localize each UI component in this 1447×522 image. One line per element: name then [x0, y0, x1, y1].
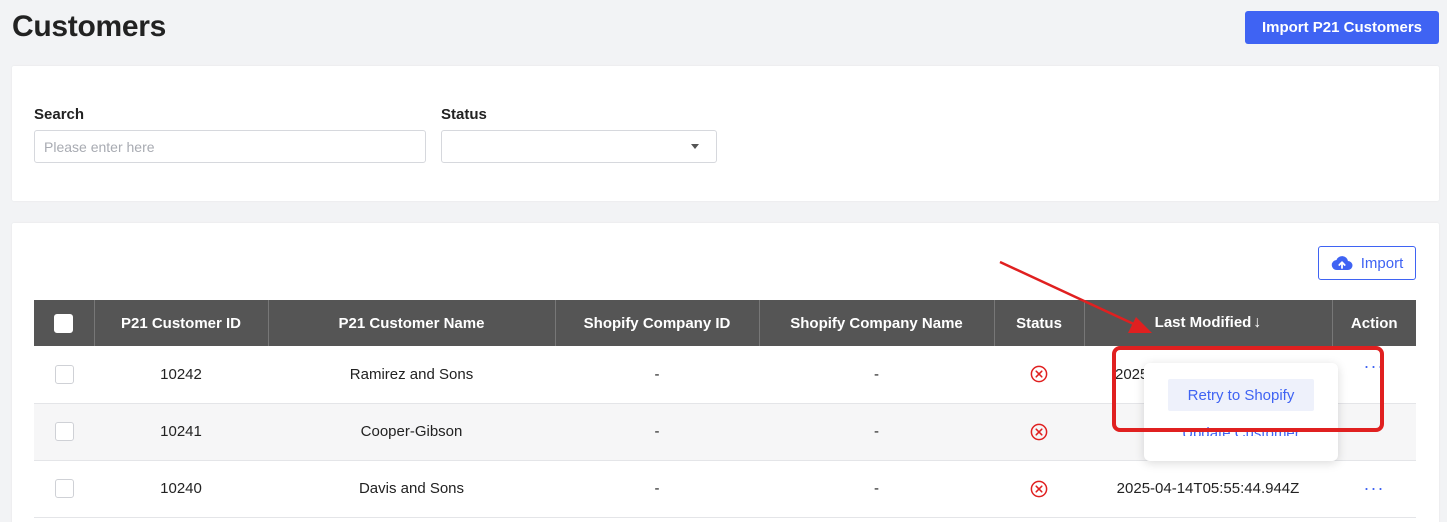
- row-checkbox[interactable]: [54, 422, 74, 441]
- column-header-p21-id[interactable]: P21 Customer ID: [94, 300, 269, 346]
- error-circle-icon: [1030, 480, 1048, 497]
- table-row: 10240 Davis and Sons - - 2025-04-14T05:5…: [34, 460, 1416, 518]
- search-label: Search: [34, 106, 85, 123]
- cell-p21-name: Cooper-Gibson: [268, 403, 555, 461]
- cell-shopify-id: -: [555, 460, 759, 518]
- column-header-shopify-name[interactable]: Shopify Company Name: [759, 300, 995, 346]
- row-checkbox[interactable]: [54, 364, 74, 384]
- row-select-cell: [34, 460, 94, 518]
- cell-p21-id: 10242: [94, 346, 268, 404]
- error-circle-icon: [1030, 365, 1048, 383]
- select-all-checkbox[interactable]: [54, 313, 74, 333]
- more-actions-icon[interactable]: ···: [1364, 356, 1385, 376]
- cell-status: [994, 460, 1084, 518]
- cell-shopify-id: -: [555, 403, 759, 461]
- column-header-shopify-id[interactable]: Shopify Company ID: [555, 300, 760, 346]
- menu-item-update-customer[interactable]: Update Customer: [1168, 416, 1314, 436]
- search-input[interactable]: [34, 130, 426, 163]
- column-header-status[interactable]: Status: [994, 300, 1085, 346]
- cell-p21-id: 10241: [94, 403, 268, 461]
- cell-action: ···: [1332, 460, 1416, 518]
- import-button[interactable]: Import: [1318, 246, 1416, 280]
- row-action-menu: Retry to Shopify Update Customer: [1144, 363, 1338, 461]
- arrow-down-icon[interactable]: ↓: [1253, 314, 1261, 331]
- cell-status: [994, 346, 1084, 404]
- cell-p21-name: Ramirez and Sons: [268, 346, 555, 404]
- import-button-label: Import: [1360, 254, 1404, 272]
- page-title: Customers: [12, 10, 167, 43]
- cell-status: [994, 403, 1084, 461]
- cell-shopify-name: -: [759, 346, 994, 404]
- cell-p21-id: 10240: [94, 460, 268, 518]
- cell-shopify-name: -: [759, 460, 994, 518]
- cell-p21-name: Davis and Sons: [268, 460, 555, 518]
- menu-item-update-customer-label: Update Customer: [1182, 425, 1300, 436]
- cell-action: [1332, 403, 1416, 461]
- menu-item-retry-to-shopify[interactable]: Retry to Shopify: [1168, 379, 1314, 411]
- status-select[interactable]: [441, 130, 717, 163]
- status-label: Status: [441, 106, 487, 123]
- row-select-cell: [34, 403, 94, 461]
- cell-shopify-id: -: [555, 346, 759, 404]
- column-header-last-modified[interactable]: Last Modified ↓: [1084, 300, 1333, 346]
- error-circle-icon: [1030, 423, 1048, 440]
- select-all-header: [34, 300, 95, 346]
- more-actions-icon[interactable]: ···: [1364, 478, 1385, 498]
- column-header-p21-name[interactable]: P21 Customer Name: [268, 300, 556, 346]
- table-header-row: P21 Customer ID P21 Customer Name Shopif…: [34, 300, 1416, 346]
- cloud-upload-icon: [1331, 256, 1353, 271]
- chevron-down-icon: [691, 144, 699, 149]
- cell-action: ···: [1332, 346, 1416, 404]
- cell-last-modified: 2025-04-14T05:55:44.944Z: [1084, 460, 1332, 518]
- column-header-action: Action: [1332, 300, 1416, 346]
- row-checkbox[interactable]: [54, 479, 74, 498]
- cell-shopify-name: -: [759, 403, 994, 461]
- import-p21-customers-button[interactable]: Import P21 Customers: [1245, 11, 1439, 44]
- last-modified-label: Last Modified: [1154, 314, 1252, 331]
- row-select-cell: [34, 346, 94, 404]
- filter-panel: Search Status: [12, 66, 1439, 201]
